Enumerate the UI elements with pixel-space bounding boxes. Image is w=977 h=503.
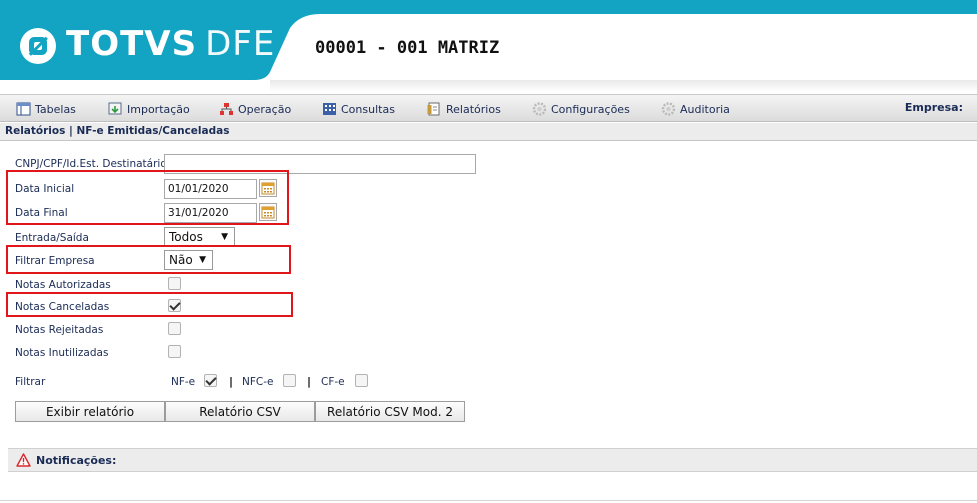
operation-icon <box>220 103 233 115</box>
menu-item-label: Configurações <box>551 102 630 116</box>
highlight-filtrar-empresa <box>6 245 291 274</box>
entrada-saida-label: Entrada/Saída <box>15 232 89 244</box>
filter-separator: | <box>229 375 234 388</box>
notifications-label: Notificações: <box>36 454 117 467</box>
menu-item-label: Consultas <box>341 102 395 116</box>
menu-item-importacao[interactable]: Importação <box>108 100 190 118</box>
highlight-date-range <box>6 170 289 225</box>
menu-item-auditoria[interactable]: Auditoria <box>661 100 730 118</box>
menu-item-consultas[interactable]: Consultas <box>322 100 395 118</box>
filtrar-nfe-checkbox[interactable] <box>204 374 217 387</box>
filtrar-nfce-checkbox[interactable] <box>283 374 296 387</box>
menu-item-label: Auditoria <box>680 102 730 116</box>
gear-icon <box>532 102 547 116</box>
filtrar-nfe-label: NF-e <box>171 376 196 388</box>
menu-item-label: Relatórios <box>446 102 501 116</box>
entrada-saida-value: Todos <box>169 230 203 244</box>
breadcrumb: Relatórios | NF-e Emitidas/Canceladas <box>0 123 977 141</box>
notas-inutilizadas-label: Notas Inutilizadas <box>15 347 109 359</box>
brand-name-strong: TOTVS <box>66 24 198 64</box>
app-header: TOTVS DFE 00001 - 001 MATRIZ <box>0 0 977 92</box>
empresa-label: Empresa: <box>904 101 963 114</box>
relatorio-csv-button[interactable]: Relatório CSV <box>165 401 315 422</box>
menu-item-label: Operação <box>238 102 292 116</box>
grid-icon <box>323 103 336 115</box>
menu-item-configuracoes[interactable]: Configurações <box>532 100 630 118</box>
filtrar-cfe-checkbox[interactable] <box>355 374 368 387</box>
brand-name: TOTVS DFE <box>66 24 275 64</box>
main-menu: Tabelas Importação Operação Consultas Re… <box>0 94 977 122</box>
cnpj-label: CNPJ/CPF/Id.Est. Destinatário <box>15 158 167 170</box>
header-shadow <box>270 80 977 92</box>
report-icon <box>427 102 440 116</box>
filtrar-label: Filtrar <box>15 376 46 388</box>
table-icon <box>16 102 31 116</box>
page-bottom-divider <box>0 500 977 501</box>
highlight-notas-canceladas <box>6 292 293 317</box>
exibir-relatorio-button[interactable]: Exibir relatório <box>15 401 165 422</box>
totvs-logo-icon <box>20 28 56 64</box>
gear-icon <box>661 102 676 116</box>
notifications-bar: Notificações: <box>8 448 977 472</box>
notas-autorizadas-checkbox[interactable] <box>168 277 181 290</box>
notas-inutilizadas-checkbox[interactable] <box>168 345 181 358</box>
import-icon <box>108 102 122 115</box>
notas-rejeitadas-label: Notas Rejeitadas <box>15 324 104 336</box>
brand-name-light: DFE <box>205 24 276 64</box>
filtrar-cfe-label: CF-e <box>321 376 345 388</box>
menu-item-label: Tabelas <box>35 102 76 116</box>
notas-autorizadas-label: Notas Autorizadas <box>15 279 111 291</box>
menu-item-label: Importação <box>127 102 190 116</box>
menu-item-tabelas[interactable]: Tabelas <box>16 100 76 118</box>
dropdown-arrow-icon: ▼ <box>221 232 228 242</box>
notas-rejeitadas-checkbox[interactable] <box>168 322 181 335</box>
relatorio-csv-mod2-button[interactable]: Relatório CSV Mod. 2 <box>315 401 465 422</box>
company-title: 00001 - 001 MATRIZ <box>315 38 500 58</box>
warning-icon <box>16 453 31 467</box>
filter-separator: | <box>307 375 312 388</box>
filtrar-nfce-label: NFC-e <box>242 376 274 388</box>
menu-item-relatorios[interactable]: Relatórios <box>427 100 501 118</box>
entrada-saida-select[interactable]: Todos ▼ <box>164 227 235 247</box>
menu-item-operacao[interactable]: Operação <box>219 100 291 118</box>
